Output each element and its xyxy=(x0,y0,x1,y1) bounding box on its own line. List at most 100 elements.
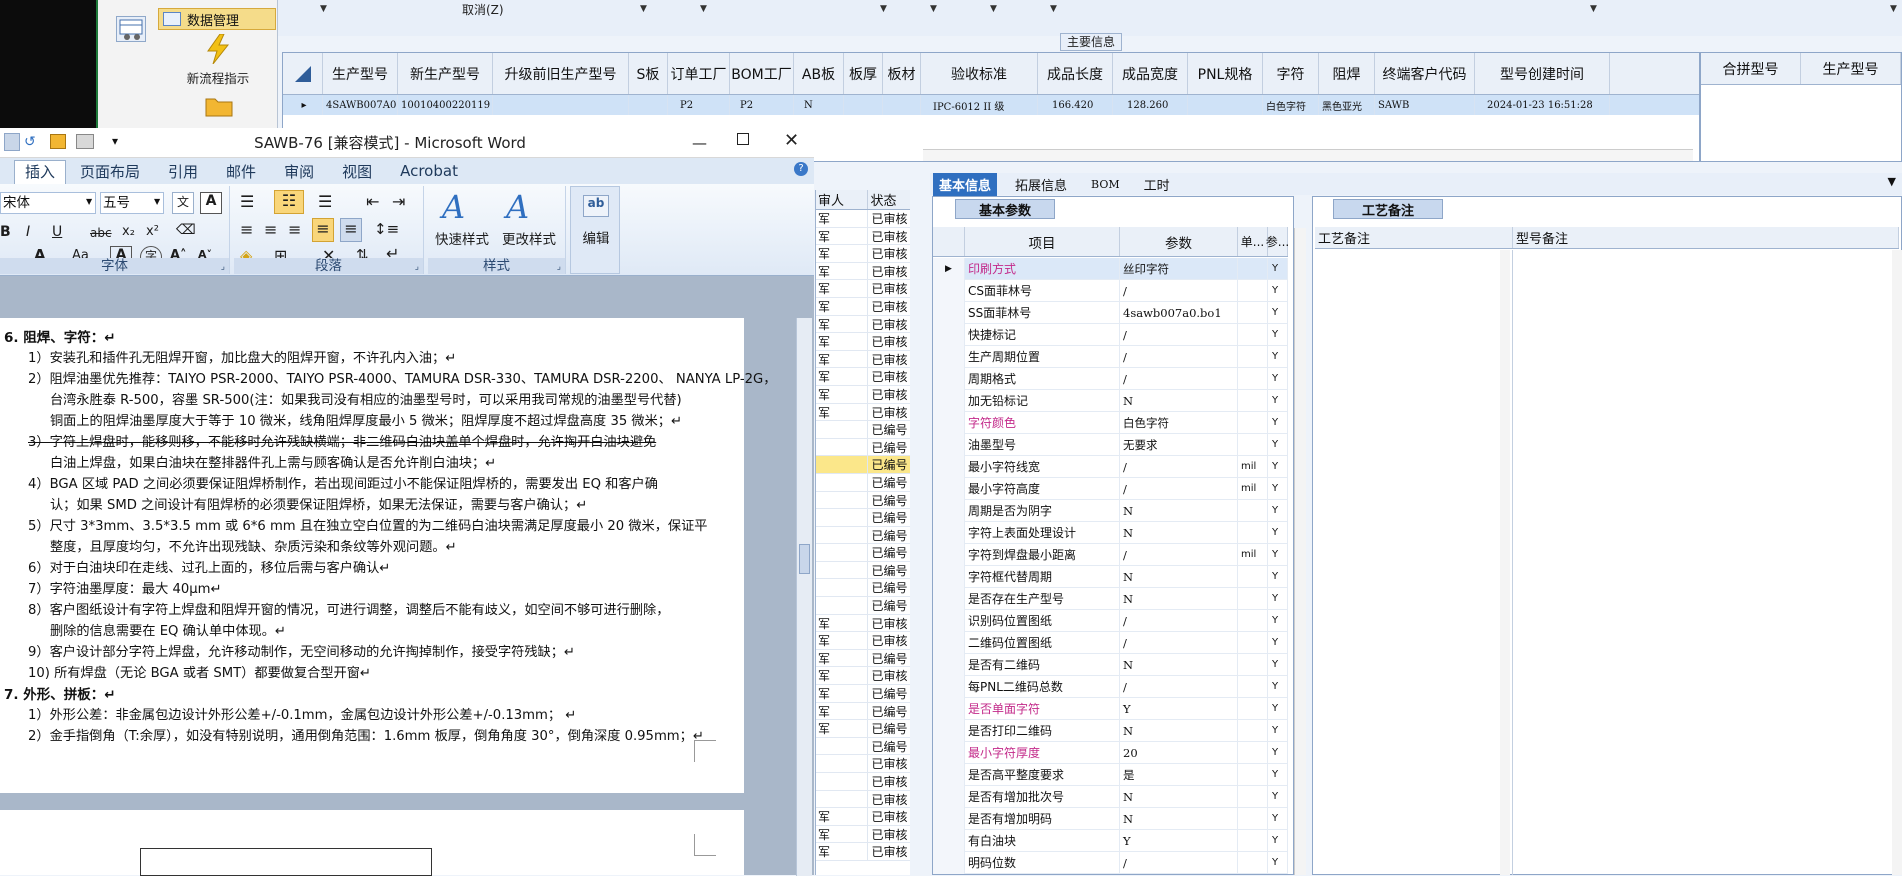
status-row[interactable]: 军 已审核 xyxy=(816,667,910,686)
param-row[interactable]: 是否单面字符 Y Y xyxy=(933,697,1288,720)
param-flag-cell[interactable]: Y xyxy=(1268,499,1288,522)
status-row[interactable]: 军 已编号 xyxy=(816,685,910,703)
param-item-cell[interactable]: 周期格式 xyxy=(965,367,1120,390)
param-item-cell[interactable]: 识别码位置图纸 xyxy=(965,609,1120,632)
nav-new-flow-hint[interactable]: 新流程指示 xyxy=(160,68,276,87)
param-value-cell[interactable]: 20 xyxy=(1120,741,1238,764)
col-header[interactable]: 板材 xyxy=(883,53,921,94)
folder-icon[interactable] xyxy=(205,95,233,117)
status-row[interactable]: 已审核 xyxy=(816,773,910,791)
phonetic-guide-icon[interactable]: 文 xyxy=(172,192,194,214)
status-row[interactable]: 已审核 xyxy=(816,755,910,773)
cell[interactable]: 4SAWB007A0 xyxy=(323,95,398,115)
param-flag-cell[interactable]: Y xyxy=(1268,323,1288,346)
param-flag-cell[interactable]: Y xyxy=(1268,697,1288,720)
chevron-down-icon[interactable]: ▼ xyxy=(640,4,647,14)
print-icon[interactable] xyxy=(76,134,94,149)
param-item-cell[interactable]: 油墨型号 xyxy=(965,433,1120,456)
param-item-cell[interactable]: 二维码位置图纸 xyxy=(965,631,1120,654)
param-unit-cell[interactable] xyxy=(1238,763,1268,786)
chevron-down-icon[interactable]: ▼ xyxy=(700,4,707,14)
horizontal-scrollbar[interactable] xyxy=(923,149,1693,161)
tab-bom[interactable]: BOM xyxy=(1085,176,1126,193)
param-unit-cell[interactable] xyxy=(1238,741,1268,764)
param-value-cell[interactable]: / xyxy=(1120,477,1238,500)
param-value-cell[interactable]: / xyxy=(1120,279,1238,302)
chevron-down-icon[interactable]: ▼ xyxy=(1890,4,1897,14)
status-row[interactable]: 已编号 xyxy=(816,597,910,615)
word-title-bar[interactable]: ↺ ▾ SAWB-76 [兼容模式] - Microsoft Word — ✕ xyxy=(0,128,814,158)
tab-review[interactable]: 审阅 xyxy=(270,161,328,182)
col-header[interactable]: 项目 xyxy=(965,227,1120,256)
editing-button[interactable]: 编辑 xyxy=(573,227,619,247)
param-row[interactable]: ▶ 印刷方式 丝印字符 Y xyxy=(933,257,1288,280)
param-value-cell[interactable]: / xyxy=(1120,543,1238,566)
status-row[interactable]: 军 已编号 xyxy=(816,702,910,721)
col-header[interactable]: S板 xyxy=(629,53,668,94)
param-unit-cell[interactable] xyxy=(1238,301,1268,324)
param-unit-cell[interactable] xyxy=(1238,785,1268,808)
param-unit-cell[interactable] xyxy=(1238,587,1268,610)
param-item-cell[interactable]: 生产周期位置 xyxy=(965,345,1120,368)
param-item-cell[interactable]: 有白油块 xyxy=(965,829,1120,852)
param-item-cell[interactable]: 是否有增加明码 xyxy=(965,807,1120,830)
param-row[interactable]: 有白油块 Y Y xyxy=(933,829,1288,852)
param-flag-cell[interactable]: Y xyxy=(1268,279,1288,302)
font-name-box[interactable]: 宋体 xyxy=(0,192,96,214)
param-row[interactable]: 是否打印二维码 N Y xyxy=(933,719,1288,742)
param-value-cell[interactable]: / xyxy=(1120,345,1238,368)
param-value-cell[interactable]: N xyxy=(1120,389,1238,412)
status-row[interactable]: 军 已审核 xyxy=(816,280,910,298)
param-value-cell[interactable]: / xyxy=(1120,455,1238,478)
status-row[interactable]: 军 已编号 xyxy=(816,649,910,668)
param-value-cell[interactable]: 丝印字符 xyxy=(1120,257,1238,280)
status-row[interactable]: 已编号 xyxy=(816,509,910,527)
table-settings-icon[interactable] xyxy=(116,16,146,42)
param-item-cell[interactable]: 是否有二维码 xyxy=(965,653,1120,676)
col-header[interactable]: PNL规格 xyxy=(1188,53,1263,94)
param-unit-cell[interactable] xyxy=(1238,323,1268,346)
param-row[interactable]: 加无铅标记 N Y xyxy=(933,389,1288,412)
chevron-down-icon[interactable]: ▼ xyxy=(86,197,92,206)
dialog-launcher-icon[interactable]: ⌟ xyxy=(557,262,561,272)
cell[interactable]: N xyxy=(794,95,844,115)
bullets-icon[interactable]: ☰ xyxy=(240,192,254,211)
param-row[interactable]: 字符颜色 白色字符 Y xyxy=(933,411,1288,434)
col-header[interactable]: 参... xyxy=(1266,227,1289,256)
param-item-cell[interactable]: 是否有增加批次号 xyxy=(965,785,1120,808)
tab-insert[interactable]: 插入 xyxy=(14,160,67,184)
align-left-icon[interactable]: ≡ xyxy=(240,220,253,239)
param-value-cell[interactable]: 白色字符 xyxy=(1120,411,1238,434)
param-value-cell[interactable]: / xyxy=(1120,323,1238,346)
param-flag-cell[interactable]: Y xyxy=(1268,411,1288,434)
param-unit-cell[interactable] xyxy=(1238,411,1268,434)
cell[interactable]: P2 xyxy=(730,95,794,115)
col-header[interactable]: 参数 xyxy=(1120,227,1238,256)
craft-notes-scrollbar[interactable] xyxy=(1500,250,1510,875)
status-row[interactable]: 军 已审核 xyxy=(816,262,910,281)
italic-icon[interactable]: I xyxy=(26,224,30,240)
change-styles-icon[interactable]: A xyxy=(506,188,529,226)
param-item-cell[interactable]: 印刷方式 xyxy=(965,257,1120,280)
param-row[interactable]: 最小字符线宽 / mil Y xyxy=(933,455,1288,478)
status-row[interactable]: 已编号 xyxy=(816,438,910,457)
param-item-cell[interactable]: 明码位数 xyxy=(965,851,1120,874)
cell[interactable]: SAWB xyxy=(1375,95,1475,115)
chevron-down-icon[interactable]: ▼ xyxy=(880,4,887,14)
col-header[interactable]: 单... xyxy=(1238,227,1268,256)
col-header[interactable]: 阻焊 xyxy=(1319,53,1375,94)
param-item-cell[interactable]: 字符框代替周期 xyxy=(965,565,1120,588)
status-row[interactable]: 已编号 xyxy=(816,473,910,492)
change-styles-button[interactable]: 更改样式 xyxy=(496,228,562,248)
col-header[interactable]: 合拼型号 xyxy=(1701,53,1801,84)
param-row[interactable]: 快捷标记 / Y xyxy=(933,323,1288,346)
dialog-launcher-icon[interactable]: ⌟ xyxy=(415,262,419,272)
param-item-cell[interactable]: 最小字符高度 xyxy=(965,477,1120,500)
param-unit-cell[interactable] xyxy=(1238,279,1268,302)
increase-indent-icon[interactable]: ⇥ xyxy=(392,192,405,211)
param-value-cell[interactable]: N xyxy=(1120,653,1238,676)
param-unit-cell[interactable] xyxy=(1238,675,1268,698)
param-value-cell[interactable]: Y xyxy=(1120,829,1238,852)
col-header[interactable]: 成品宽度 xyxy=(1113,53,1188,94)
param-flag-cell[interactable]: Y xyxy=(1268,763,1288,786)
